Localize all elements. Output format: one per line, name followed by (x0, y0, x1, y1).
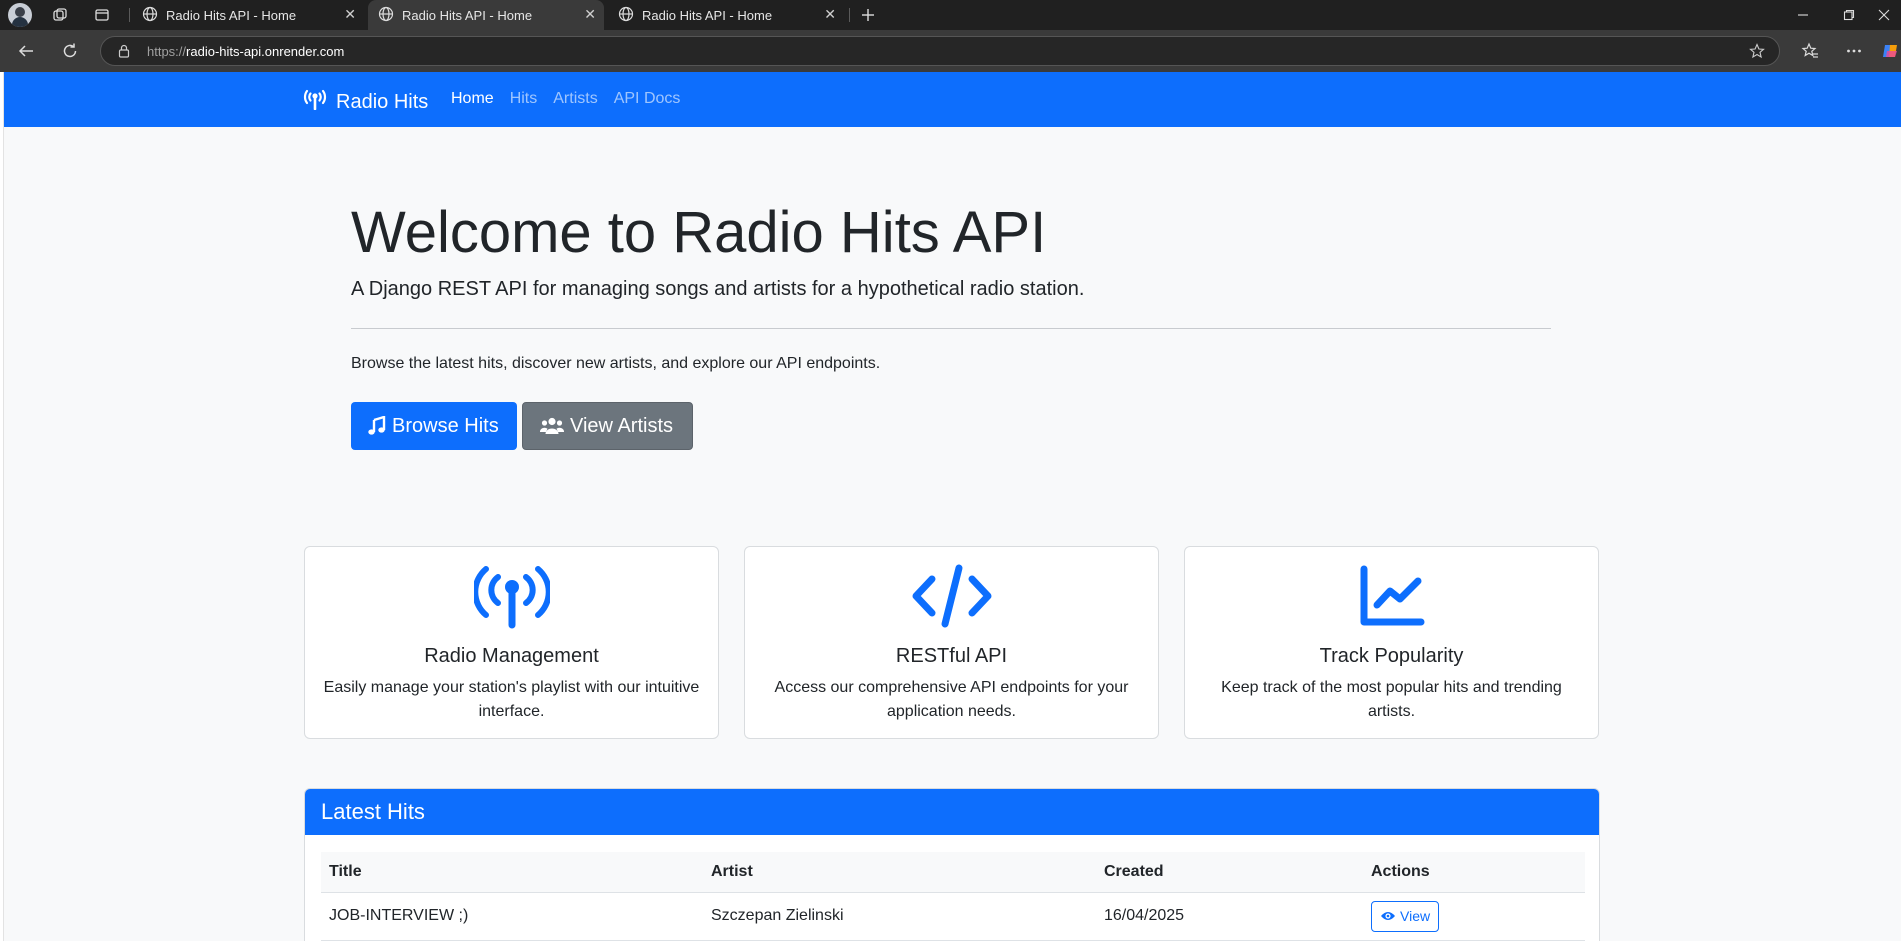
view-button[interactable]: View (1371, 900, 1440, 932)
url-text[interactable]: https://radio-hits-api.onrender.com (147, 44, 344, 59)
main-nav: Home Hits Artists API Docs (451, 90, 696, 108)
hit-actions: View (1363, 892, 1585, 941)
hero-text: Browse the latest hits, discover new art… (351, 355, 881, 372)
tab-title: Radio Hits API - Home (642, 7, 773, 23)
close-icon[interactable]: ✕ (584, 7, 596, 21)
hero-lead: A Django REST API for managing songs and… (351, 278, 1085, 300)
browse-hits-label: Browse Hits (392, 414, 499, 437)
nav-link-home[interactable]: Home (451, 90, 494, 108)
feature-card-restful-api: RESTful API Access our comprehensive API… (744, 546, 1159, 739)
profile-avatar[interactable] (8, 3, 32, 27)
view-artists-button[interactable]: View Artists (522, 402, 693, 450)
minimize-icon[interactable] (1780, 0, 1826, 30)
globe-icon (378, 6, 394, 25)
divider (351, 328, 1551, 329)
eye-icon (1380, 910, 1396, 922)
feature-title: RESTful API (895, 645, 1008, 667)
hit-artist: Szczepan Zielinski (703, 892, 1096, 941)
feature-card-track-popularity: Track Popularity Keep track of the most … (1184, 546, 1599, 739)
feature-title: Radio Management (424, 645, 599, 667)
workspaces-icon[interactable] (48, 3, 72, 27)
browser-tab-bar: Radio Hits API - Home ✕ Radio Hits API -… (0, 0, 1901, 30)
broadcast-tower-icon (302, 88, 328, 116)
nav-link-api-docs[interactable]: API Docs (614, 90, 681, 108)
code-icon (745, 563, 1158, 629)
users-icon (540, 417, 564, 435)
tab-title: Radio Hits API - Home (402, 7, 533, 23)
latest-hits-heading: Latest Hits (305, 789, 1599, 835)
copilot-icon[interactable] (1880, 39, 1901, 63)
browser-tab-2[interactable]: Radio Hits API - Home ✕ (368, 0, 604, 30)
hit-created: 16/04/2025 (1096, 892, 1363, 941)
feature-text: Easily manage your station's playlist wi… (323, 679, 700, 720)
column-header-created: Created (1096, 852, 1363, 893)
browser-toolbar: https://radio-hits-api.onrender.com (0, 30, 1901, 72)
close-icon[interactable]: ✕ (344, 7, 356, 21)
favorites-icon[interactable] (1798, 39, 1822, 63)
close-icon[interactable]: ✕ (824, 7, 836, 21)
lock-icon[interactable] (117, 44, 131, 63)
table-row: JOB-INTERVIEW ;) Szczepan Zielinski 16/0… (321, 892, 1585, 941)
page-title: Welcome to Radio Hits API (351, 200, 1047, 265)
brand-link[interactable]: Radio Hits (302, 88, 428, 116)
globe-icon (142, 6, 158, 25)
feature-title: Track Popularity (1319, 645, 1464, 667)
nav-link-hits[interactable]: Hits (510, 90, 538, 108)
broadcast-tower-icon (305, 563, 718, 629)
address-bar[interactable]: https://radio-hits-api.onrender.com (100, 36, 1780, 66)
feature-card-radio-management: Radio Management Easily manage your stat… (304, 546, 719, 739)
feature-text: Access our comprehensive API endpoints f… (774, 679, 1129, 720)
column-header-artist: Artist (703, 852, 1096, 893)
url-host: radio-hits-api.onrender.com (186, 44, 345, 59)
favorite-star-icon[interactable] (1749, 43, 1765, 64)
brand-label: Radio Hits (336, 90, 429, 113)
chart-line-icon (1185, 563, 1598, 629)
column-header-actions: Actions (1363, 852, 1585, 893)
column-header-title: Title (321, 852, 703, 893)
browser-tab-1[interactable]: Radio Hits API - Home ✕ (132, 0, 364, 30)
tab-title: Radio Hits API - Home (166, 7, 297, 23)
table-header-row: Title Artist Created Actions (321, 852, 1585, 893)
view-label: View (1400, 908, 1431, 924)
site-navbar: Radio Hits Home Hits Artists API Docs (4, 72, 1901, 127)
new-tab-icon[interactable] (856, 3, 880, 27)
browser-tab-3[interactable]: Radio Hits API - Home ✕ (608, 0, 844, 30)
tab-actions-icon[interactable] (90, 3, 114, 27)
feature-text: Keep track of the most popular hits and … (1221, 679, 1562, 720)
more-menu-icon[interactable] (1842, 39, 1866, 63)
page-edge (0, 72, 4, 941)
refresh-icon[interactable] (58, 39, 82, 63)
music-note-icon (368, 416, 386, 436)
window-close-icon[interactable] (1866, 0, 1901, 30)
latest-hits-card: Latest Hits Title Artist Created Actions… (304, 788, 1600, 941)
url-scheme: https:// (147, 44, 187, 59)
back-arrow-icon[interactable] (14, 39, 38, 63)
hit-title: JOB-INTERVIEW ;) (321, 892, 703, 941)
view-artists-label: View Artists (570, 414, 673, 437)
globe-icon (618, 6, 634, 25)
nav-link-artists[interactable]: Artists (553, 90, 597, 108)
hits-table: Title Artist Created Actions JOB-INTERVI… (321, 852, 1585, 941)
browse-hits-button[interactable]: Browse Hits (351, 402, 517, 450)
